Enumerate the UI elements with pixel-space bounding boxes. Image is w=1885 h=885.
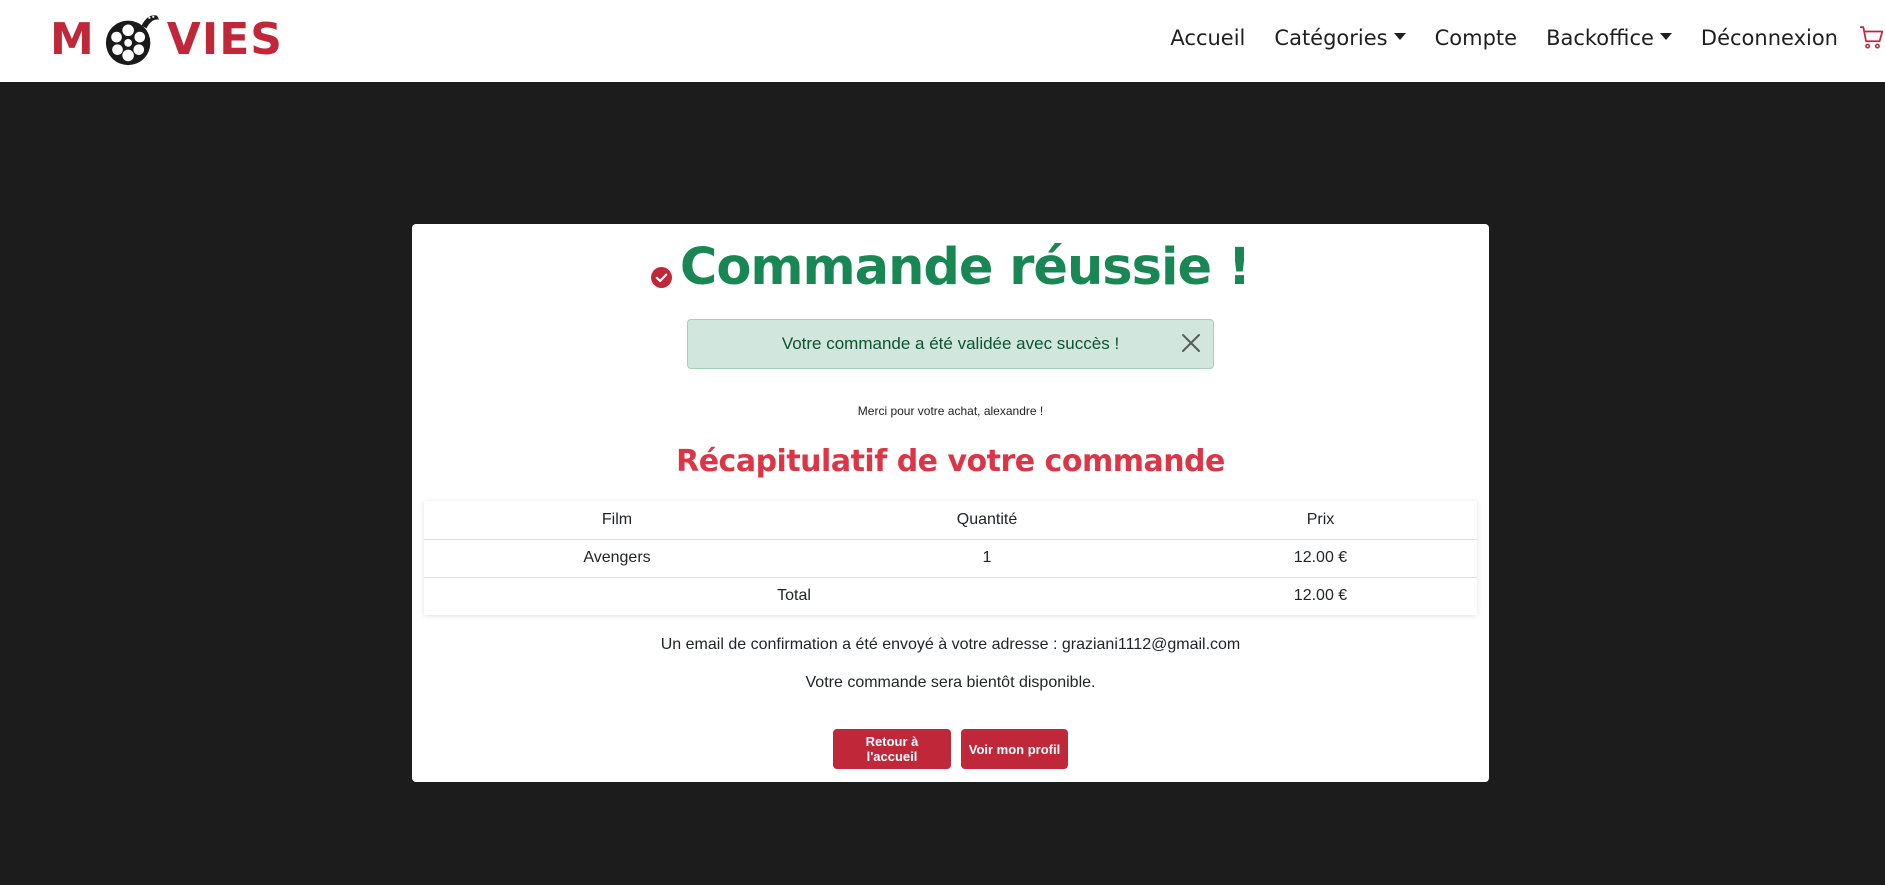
brand-letter-m: M [50, 13, 95, 65]
cell-price: 12.00 € [1164, 539, 1477, 578]
title-row: Commande réussie ! [412, 234, 1489, 300]
table-header-row: Film Quantité Prix [424, 501, 1477, 540]
nav-menu: Accueil Catégories Compte Backoffice Déc… [1170, 0, 1885, 76]
brand-logo[interactable]: M VIES [50, 8, 283, 70]
table-row: Avengers 1 12.00 € [424, 539, 1477, 578]
header-film: Film [424, 501, 810, 540]
header-price: Prix [1164, 501, 1477, 540]
caret-down-icon [1393, 32, 1406, 40]
thanks-message: Merci pour votre achat, alexandre ! [857, 404, 1044, 418]
email-confirmation-message: Un email de confirmation a été envoyé à … [660, 636, 1241, 653]
total-label: Total [777, 587, 811, 605]
view-profile-button[interactable]: Voir mon profil [961, 729, 1068, 769]
nav-backoffice-dropdown[interactable]: Backoffice [1546, 26, 1672, 50]
cart-icon[interactable] [1859, 25, 1885, 51]
recap-title: Récapitulatif de votre commande [676, 444, 1225, 479]
cell-film: Avengers [424, 539, 810, 578]
success-alert: Votre commande a été validée avec succès… [687, 319, 1214, 369]
back-home-button[interactable]: Retour à l'accueil [833, 729, 951, 769]
header-quantity: Quantité [810, 501, 1164, 540]
total-row: Total 12.00 € [424, 577, 1477, 615]
nav-home[interactable]: Accueil [1170, 26, 1245, 50]
nav-categories-label: Catégories [1274, 26, 1388, 50]
caret-down-icon [1659, 32, 1672, 40]
brand-word-vies: VIES [166, 13, 283, 65]
order-summary-table: Film Quantité Prix Avengers 1 12.00 € To… [424, 501, 1477, 615]
cell-quantity: 1 [810, 539, 1164, 578]
page-title: Commande réussie ! [679, 237, 1251, 297]
alert-message: Votre commande a été validée avec succès… [781, 334, 1120, 353]
film-reel-icon [105, 15, 159, 66]
nav-logout[interactable]: Déconnexion [1701, 26, 1838, 50]
order-confirmation-card: Commande réussie ! Votre commande a été … [412, 224, 1489, 782]
nav-account[interactable]: Compte [1435, 26, 1517, 50]
availability-message: Votre commande sera bientôt disponible. [805, 674, 1096, 691]
close-icon[interactable] [1179, 331, 1203, 355]
navbar: M VIES Accueil Catégories Compte Backoff… [0, 0, 1885, 82]
check-circle-icon [650, 266, 672, 288]
total-value: 12.00 € [1293, 587, 1348, 605]
nav-backoffice-label: Backoffice [1546, 26, 1654, 50]
nav-categories-dropdown[interactable]: Catégories [1274, 26, 1406, 50]
